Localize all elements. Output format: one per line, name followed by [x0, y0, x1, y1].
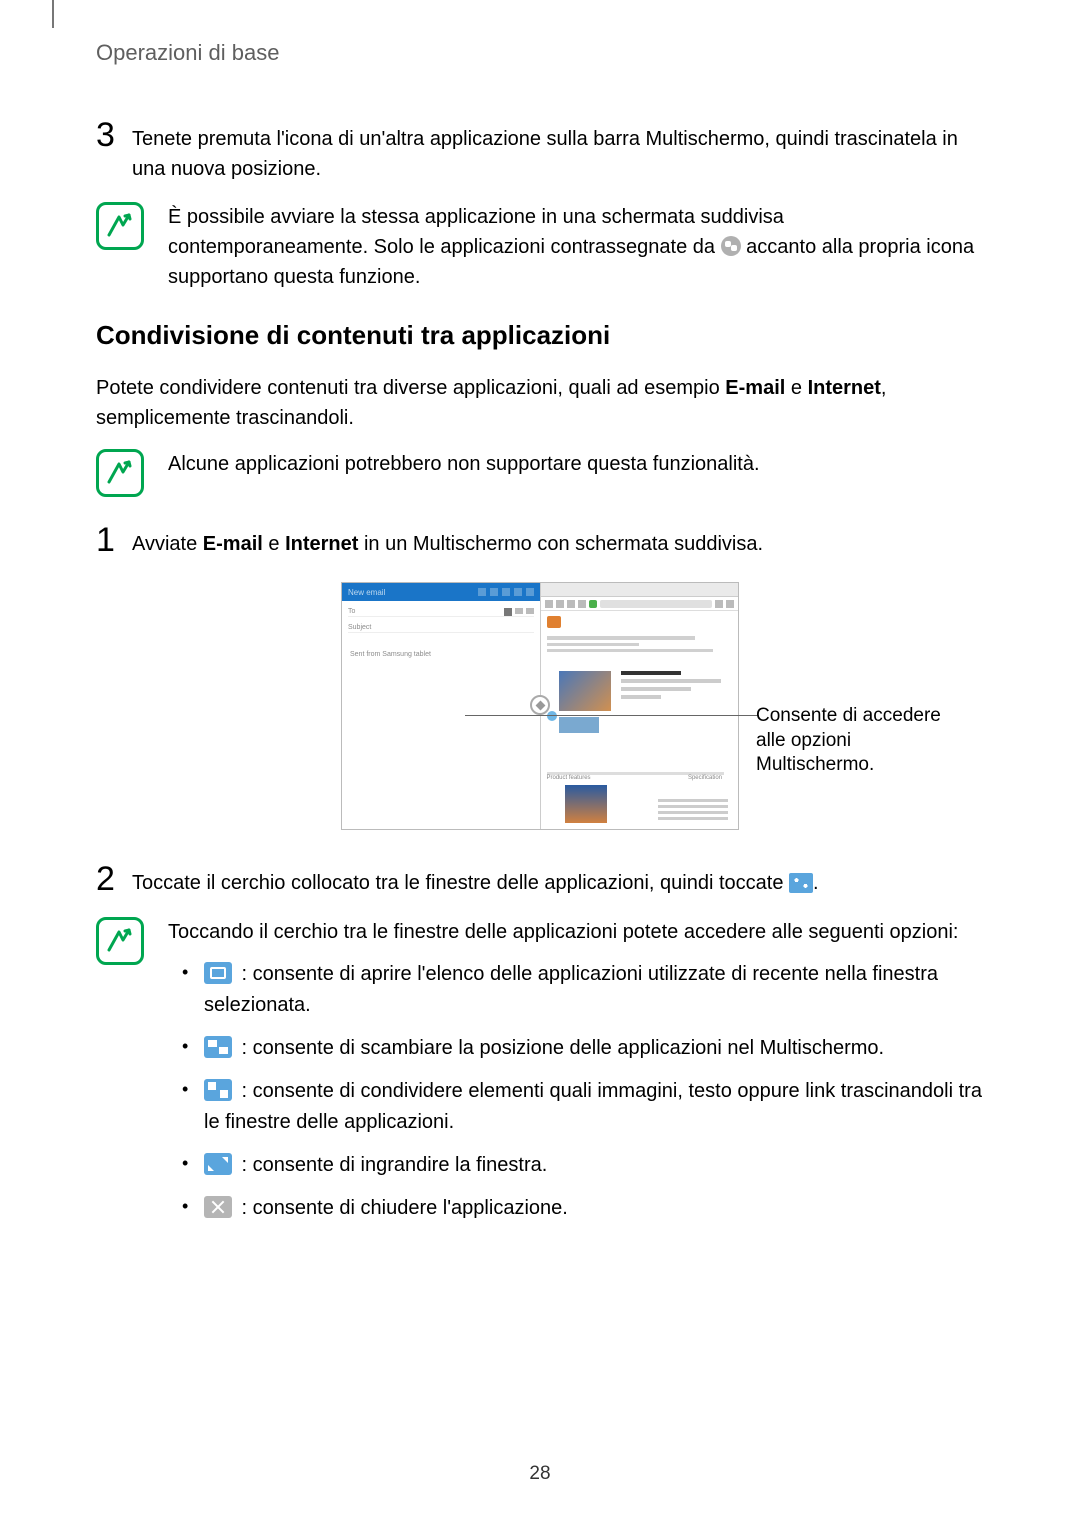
- screenshot-illustration: New email To Subject Sent from Samsung t…: [341, 582, 739, 830]
- section-heading: Condivisione di contenuti tra applicazio…: [96, 320, 984, 351]
- expand-window-icon: [204, 1153, 232, 1175]
- tip-1-text: È possibile avviare la stessa applicazio…: [168, 202, 984, 292]
- tip-3-intro: Toccando il cerchio tra le finestre dell…: [168, 917, 984, 947]
- option-share: : consente di condividere elementi quali…: [196, 1076, 984, 1138]
- step-1-internet: Internet: [285, 533, 358, 555]
- intro-email: E-mail: [725, 377, 785, 399]
- page-number: 28: [0, 1463, 1080, 1485]
- step-3: 3 Tenete premuta l'icona di un'altra app…: [96, 120, 984, 184]
- step-number-3: 3: [96, 116, 132, 155]
- page-edge-mark: [52, 0, 54, 28]
- step-2-suffix: .: [813, 872, 819, 894]
- intro-internet: Internet: [808, 377, 881, 399]
- option-recent-text: : consente di aprire l'elenco delle appl…: [204, 963, 938, 1016]
- swap-position-icon: [204, 1036, 232, 1058]
- multi-instance-icon: [721, 236, 741, 256]
- tip-3-content: Toccando il cerchio tra le finestre dell…: [168, 917, 984, 1236]
- intro-paragraph: Potete condividere contenuti tra diverse…: [96, 373, 984, 433]
- options-list: : consente di aprire l'elenco delle appl…: [168, 959, 984, 1224]
- option-swap: : consente di scambiare la posizione del…: [196, 1033, 984, 1064]
- share-content-icon: [789, 873, 813, 893]
- callout-line: [465, 715, 758, 716]
- step-number-1: 1: [96, 521, 132, 560]
- step-2-text: Toccate il cerchio collocato tra le fine…: [132, 864, 819, 898]
- step-1-email: E-mail: [203, 533, 263, 555]
- intro-prefix: Potete condividere contenuti tra diverse…: [96, 377, 725, 399]
- option-share-text: : consente di condividere elementi quali…: [204, 1080, 982, 1133]
- recent-apps-icon: [204, 962, 232, 984]
- step-1-text: Avviate E-mail e Internet in un Multisch…: [132, 525, 763, 559]
- tip-2-text: Alcune applicazioni potrebbero non suppo…: [168, 449, 760, 479]
- option-close: : consente di chiudere l'applicazione.: [196, 1193, 984, 1224]
- note-icon: [96, 449, 144, 497]
- page-header: Operazioni di base: [96, 40, 984, 66]
- step-2: 2 Toccate il cerchio collocato tra le fi…: [96, 864, 984, 899]
- note-icon: [96, 917, 144, 965]
- multiwindow-handle-icon: [530, 695, 550, 715]
- step-1-prefix: Avviate: [132, 533, 203, 555]
- multiwindow-figure: New email To Subject Sent from Samsung t…: [96, 582, 984, 830]
- step-number-2: 2: [96, 860, 132, 899]
- tip-1-prefix: È possibile avviare la stessa applicazio…: [168, 206, 784, 258]
- share-items-icon: [204, 1079, 232, 1101]
- step-3-text: Tenete premuta l'icona di un'altra appli…: [132, 120, 984, 184]
- step-1-suffix: in un Multischermo con schermata suddivi…: [358, 533, 763, 555]
- intro-and1: e: [785, 377, 807, 399]
- option-swap-text: : consente di scambiare la posizione del…: [236, 1037, 884, 1059]
- option-expand-text: : consente di ingrandire la finestra.: [236, 1154, 547, 1176]
- figure-callout: Consente di accedere alle opzioni Multis…: [756, 704, 966, 778]
- step-1: 1 Avviate E-mail e Internet in un Multis…: [96, 525, 984, 560]
- step-2-prefix: Toccate il cerchio collocato tra le fine…: [132, 872, 789, 894]
- note-icon: [96, 202, 144, 250]
- option-expand: : consente di ingrandire la finestra.: [196, 1150, 984, 1181]
- tip-3: Toccando il cerchio tra le finestre dell…: [96, 917, 984, 1236]
- tip-1: È possibile avviare la stessa applicazio…: [96, 202, 984, 292]
- option-recent: : consente di aprire l'elenco delle appl…: [196, 959, 984, 1021]
- tip-2: Alcune applicazioni potrebbero non suppo…: [96, 449, 984, 497]
- close-app-icon: [204, 1196, 232, 1218]
- option-close-text: : consente di chiudere l'applicazione.: [236, 1197, 568, 1219]
- step-1-and: e: [263, 533, 285, 555]
